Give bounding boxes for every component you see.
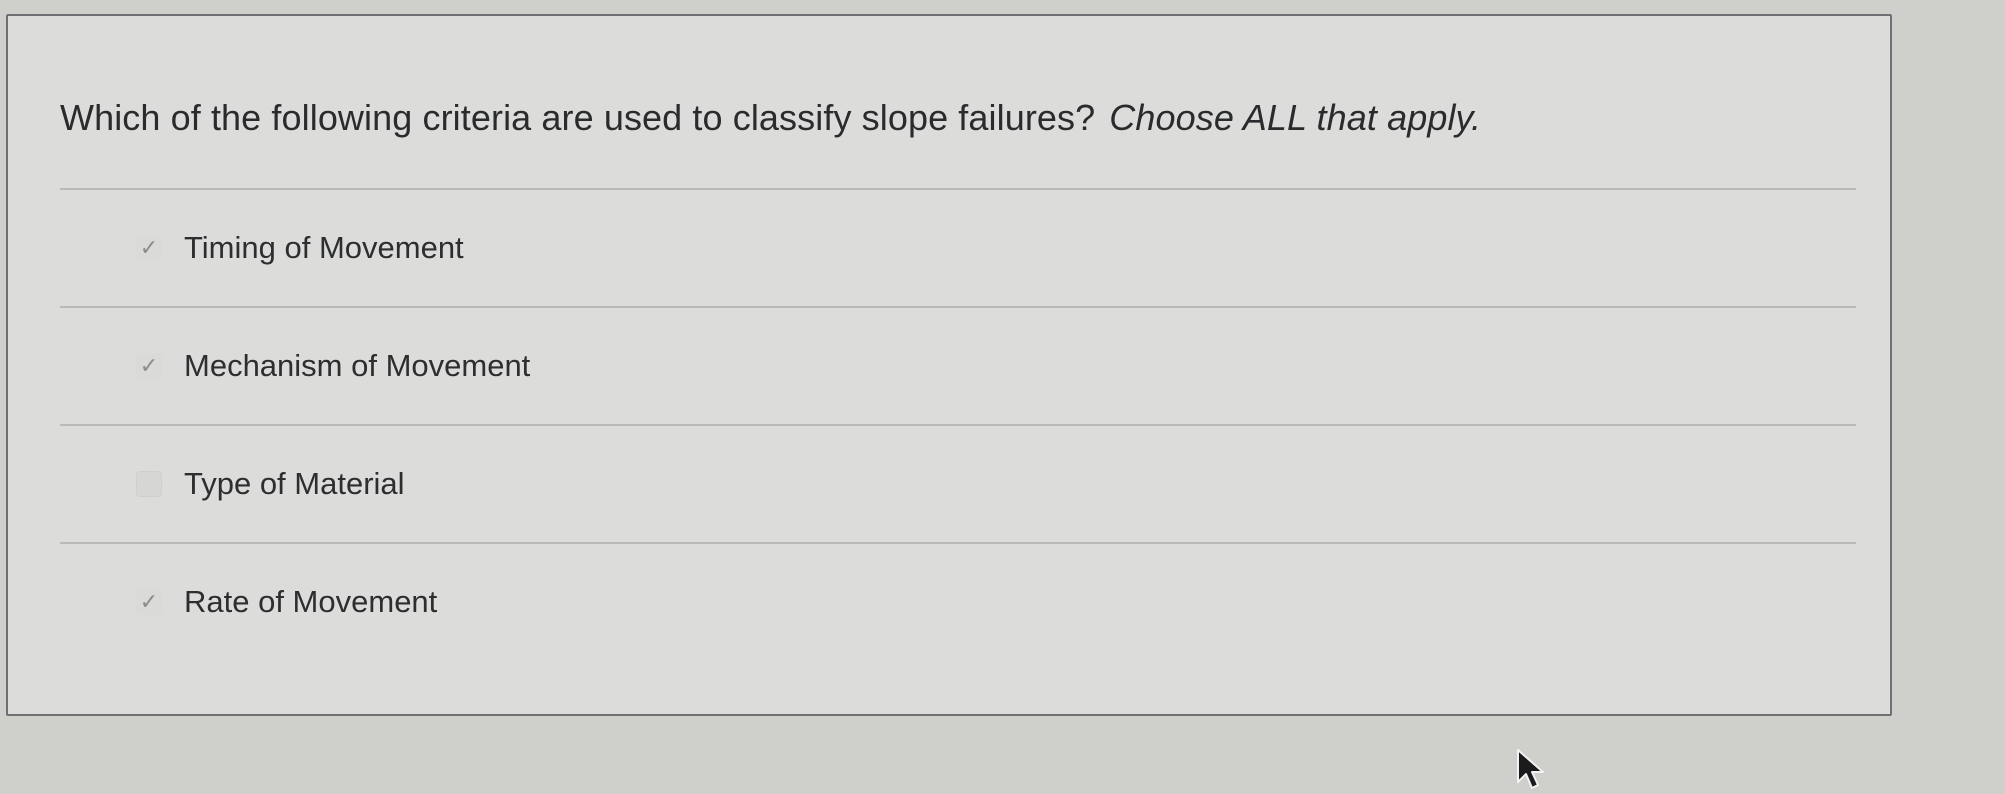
divider: [60, 188, 1856, 190]
question-card: Which of the following criteria are used…: [6, 14, 1892, 716]
question-text: Which of the following criteria are used…: [60, 97, 1096, 138]
question-instruction: Choose ALL that apply.: [1109, 97, 1482, 138]
option-mechanism-of-movement[interactable]: ✓ Mechanism of Movement: [60, 326, 1856, 406]
question-prompt: Which of the following criteria are used…: [60, 96, 1481, 139]
checkmark-icon: ✓: [139, 353, 159, 378]
option-label: Mechanism of Movement: [184, 348, 531, 383]
checkmark-icon: ✓: [139, 235, 159, 260]
option-timing-of-movement[interactable]: ✓ Timing of Movement: [60, 208, 1856, 288]
option-checkbox[interactable]: ✓: [136, 589, 162, 615]
option-label: Type of Material: [184, 466, 405, 501]
option-checkbox[interactable]: ✓: [136, 353, 162, 379]
divider: [60, 306, 1856, 308]
mouse-pointer-icon: [1517, 749, 1544, 789]
divider: [60, 424, 1856, 426]
option-checkbox[interactable]: [136, 471, 162, 497]
option-checkbox[interactable]: ✓: [136, 235, 162, 261]
option-label: Timing of Movement: [184, 230, 464, 265]
option-label: Rate of Movement: [184, 584, 438, 619]
option-type-of-material[interactable]: Type of Material: [60, 444, 1856, 524]
checkmark-icon: ✓: [139, 589, 159, 614]
divider: [60, 542, 1856, 544]
option-rate-of-movement[interactable]: ✓ Rate of Movement: [60, 562, 1856, 642]
